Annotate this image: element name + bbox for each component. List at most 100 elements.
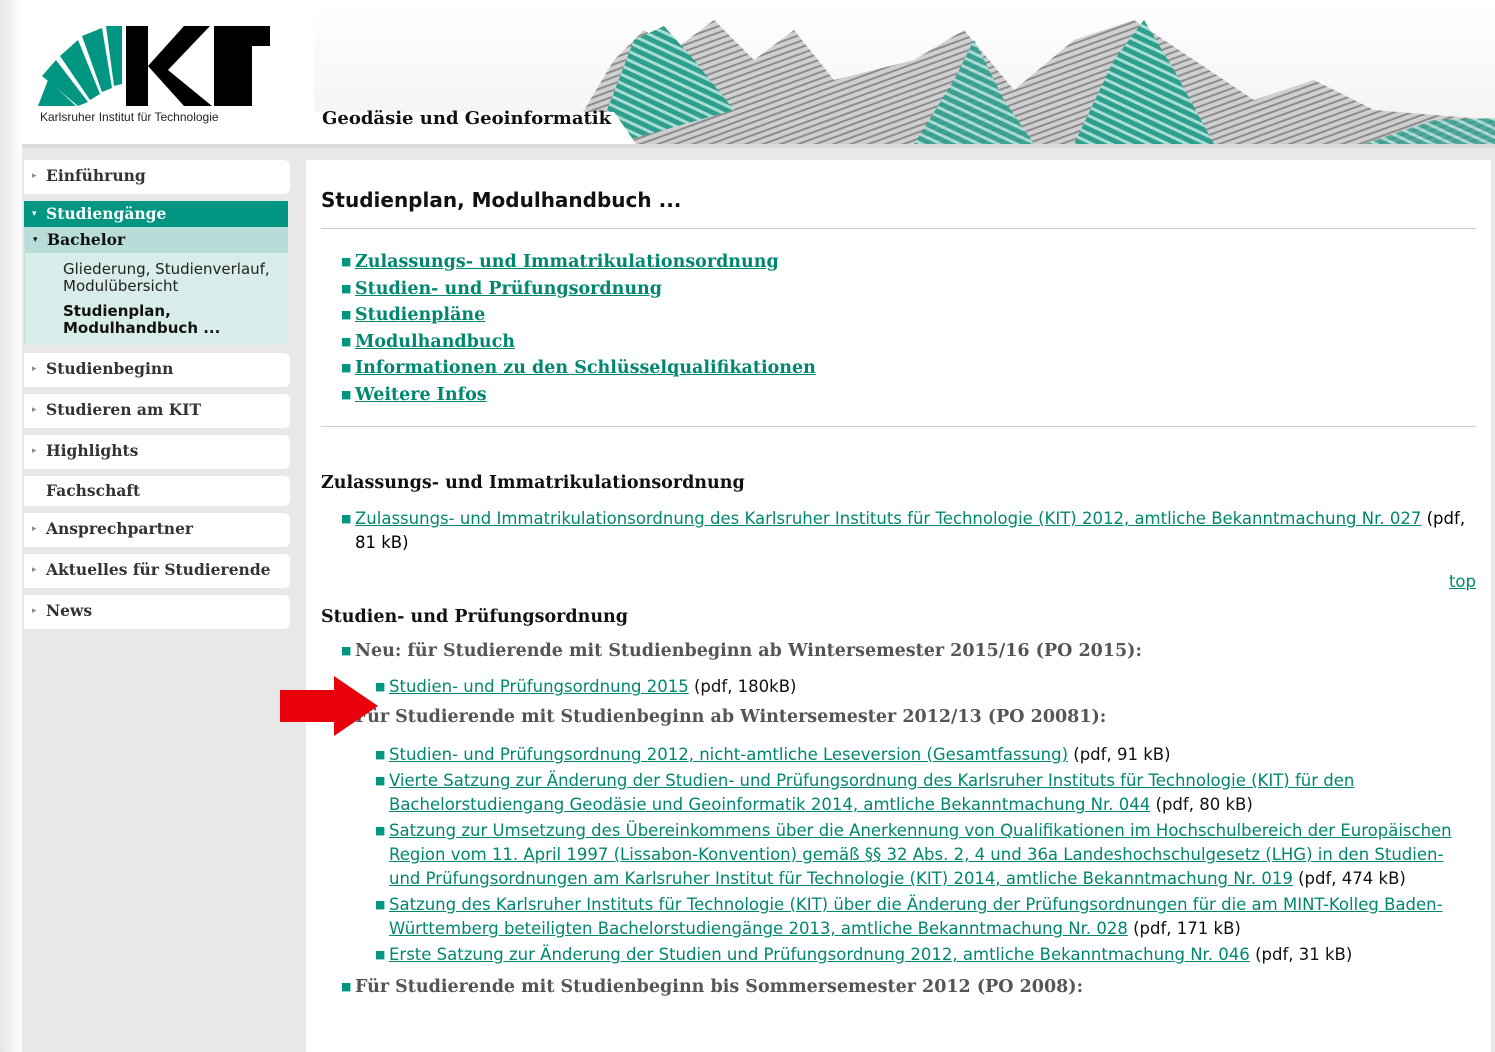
square-bullet-icon: ■ — [341, 980, 352, 993]
sidebar-item-studiengaenge[interactable]: ▾ Studiengänge — [24, 201, 288, 227]
toc-item: ■ Modulhandbuch — [339, 329, 1476, 356]
document-link[interactable]: Studien- und Prüfungsordnung 2015 — [389, 677, 689, 696]
list-item: ■ Zulassungs- und Immatrikulationsordnung… — [339, 507, 1476, 555]
toc-link-weitere-infos[interactable]: Weitere Infos — [355, 385, 487, 405]
file-info: (pdf, 80 kB) — [1155, 795, 1253, 814]
page-title: Studienplan, Modulhandbuch ... — [321, 188, 1476, 229]
list-item: ■ Neu: für Studierende mit Studienbeginn … — [339, 639, 1476, 699]
sidebar-item-label: Bachelor — [47, 230, 126, 249]
toc-item: ■ Studienpläne — [339, 302, 1476, 329]
sidebar-item-studienbeginn[interactable]: ▸ Studienbeginn — [24, 353, 290, 387]
document-list: ■ Zulassungs- und Immatrikulationsordnung… — [321, 507, 1476, 555]
toc-item: ■ Informationen zu den Schlüsselqualifika… — [339, 355, 1476, 382]
file-info: (pdf, 91 kB) — [1073, 745, 1171, 764]
square-bullet-icon: ■ — [375, 824, 386, 837]
top-link[interactable]: top — [1449, 572, 1476, 591]
triangle-right-icon: ▸ — [32, 405, 37, 415]
toc-link-pruefungsordnung[interactable]: Studien- und Prüfungsordnung — [355, 279, 662, 299]
list-item: ■ Studien- und Prüfungsordnung 2012, nich… — [373, 743, 1476, 767]
sidebar-item-bachelor[interactable]: ▾ Bachelor — [25, 227, 288, 253]
document-list: ■ Studien- und Prüfungsordnung 2015 (pdf,… — [339, 675, 1476, 699]
list-item: ■ Erste Satzung zur Änderung der Studien … — [373, 943, 1476, 967]
toc-link-studienplaene[interactable]: Studienpläne — [355, 305, 485, 325]
list-item: ■ Satzung zur Umsetzung des Übereinkommen… — [373, 819, 1476, 891]
triangle-right-icon: ▸ — [32, 171, 37, 181]
toc-item: ■ Studien- und Prüfungsordnung — [339, 276, 1476, 303]
list-item: ■ Vierte Satzung zur Änderung der Studien… — [373, 769, 1476, 817]
group-label: ■ Für Studierende mit Studienbeginn bis S… — [339, 975, 1476, 999]
document-link[interactable]: Satzung des Karlsruher Instituts für Tec… — [389, 895, 1443, 938]
square-bullet-icon: ■ — [375, 748, 386, 761]
square-bullet-icon: ■ — [375, 774, 386, 787]
section-heading-zulassung: Zulassungs- und Immatrikulationsordnung — [321, 473, 745, 493]
square-bullet-icon: ■ — [341, 281, 352, 295]
file-info: (pdf, 474 kB) — [1298, 869, 1406, 888]
sidebar-item-label: Studiengänge — [46, 204, 167, 223]
toc-item: ■ Weitere Infos — [339, 382, 1476, 409]
page: Karlsruher Institut für Technologie Geod… — [22, 0, 1495, 1052]
triangle-down-icon: ▾ — [32, 209, 37, 219]
square-bullet-icon: ■ — [341, 255, 352, 268]
document-link[interactable]: Erste Satzung zur Änderung der Studien u… — [389, 945, 1250, 964]
square-bullet-icon: ■ — [341, 512, 352, 525]
group-label-text: Für Studierende mit Studienbeginn bis So… — [355, 977, 1084, 997]
sidebar-item-label: Ansprechpartner — [46, 519, 194, 538]
document-link[interactable]: Satzung zur Umsetzung des Übereinkommens… — [389, 821, 1452, 888]
square-bullet-icon: ■ — [341, 387, 352, 401]
logo-subtitle: Karlsruher Institut für Technologie — [40, 110, 219, 124]
toc-link-zulassung[interactable]: Zulassungs- und Immatrikulationsordnung — [355, 252, 779, 272]
file-info: (pdf, 31 kB) — [1255, 945, 1353, 964]
sidebar-item-fachschaft[interactable]: Fachschaft — [24, 476, 290, 506]
file-info: (pdf, 171 kB) — [1133, 919, 1241, 938]
site-title: Geodäsie und Geoinformatik — [322, 108, 612, 129]
sidebar-item-label: Highlights — [46, 441, 139, 460]
sidebar-nav: ▸ Einführung ▾ Studiengänge ▾ Bachelor G… — [24, 160, 292, 636]
square-bullet-icon: ■ — [341, 308, 352, 321]
red-arrow-icon — [280, 676, 378, 736]
sidebar-item-label: Studienbeginn — [46, 359, 174, 378]
triangle-right-icon: ▸ — [32, 524, 37, 534]
triangle-right-icon: ▸ — [32, 364, 37, 374]
sidebar-item-studieren-am-kit[interactable]: ▸ Studieren am KIT — [24, 394, 290, 428]
triangle-right-icon: ▸ — [32, 446, 37, 456]
toc-link-schluesselqualifikationen[interactable]: Informationen zu den Schlüsselqualifikat… — [355, 358, 816, 378]
toc-item: ■ Zulassungs- und Immatrikulationsordnung — [339, 249, 1476, 276]
sidebar-item-label: Einführung — [46, 166, 146, 185]
table-of-contents: ■ Zulassungs- und Immatrikulationsordnung… — [321, 249, 1476, 427]
sidebar-item-label: Studieren am KIT — [46, 400, 201, 419]
group-label-text: Für Studierende mit Studienbeginn ab Win… — [355, 707, 1107, 727]
square-bullet-icon: ■ — [341, 334, 352, 348]
sidebar-item-einfuehrung[interactable]: ▸ Einführung — [24, 160, 290, 194]
sidebar-link-studienplan[interactable]: Studienplan, Modulhandbuch ... — [25, 295, 288, 337]
sidebar-item-news[interactable]: ▸ News — [24, 595, 290, 629]
sidebar-item-label: Aktuelles für Studierende — [46, 560, 271, 579]
sidebar-item-label: Fachschaft — [46, 481, 141, 500]
document-link[interactable]: Studien- und Prüfungsordnung 2012, nicht… — [389, 745, 1068, 764]
sidebar-item-label: News — [46, 601, 93, 620]
triangle-down-icon: ▾ — [33, 235, 38, 245]
triangle-right-icon: ▸ — [32, 606, 37, 616]
list-item: ■ Für Studierende mit Studienbeginn ab Wi… — [339, 705, 1476, 967]
kit-logo-t — [214, 26, 270, 106]
square-bullet-icon: ■ — [341, 644, 352, 657]
group-label: ■Für Studierende mit Studienbeginn ab Wi… — [339, 705, 1476, 729]
group-label: ■ Neu: für Studierende mit Studienbeginn … — [339, 639, 1476, 663]
list-item: ■ Studien- und Prüfungsordnung 2015 (pdf,… — [373, 675, 1476, 699]
group-label-text: Neu: für Studierende mit Studienbeginn a… — [355, 641, 1142, 661]
sidebar-item-highlights[interactable]: ▸ Highlights — [24, 435, 290, 469]
document-list: ■ Studien- und Prüfungsordnung 2012, nich… — [339, 743, 1476, 967]
file-info: (pdf, 180kB) — [694, 677, 797, 696]
square-bullet-icon: ■ — [375, 898, 386, 911]
document-link[interactable]: Zulassungs- und Immatrikulationsordnung … — [355, 509, 1421, 528]
list-item: ■ Satzung des Karlsruher Instituts für Te… — [373, 893, 1476, 941]
toc-link-modulhandbuch[interactable]: Modulhandbuch — [355, 332, 515, 352]
group-list: ■ Neu: für Studierende mit Studienbeginn … — [321, 639, 1476, 999]
sidebar-item-aktuelles[interactable]: ▸ Aktuelles für Studierende — [24, 554, 290, 588]
sidebar-item-ansprechpartner[interactable]: ▸ Ansprechpartner — [24, 513, 290, 547]
sidebar-link-gliederung[interactable]: Gliederung, Studienverlauf, Modulübersic… — [25, 253, 288, 295]
section-heading-pruefungsordnung: Studien- und Prüfungsordnung — [321, 607, 629, 627]
square-bullet-icon: ■ — [375, 948, 386, 961]
sidebar-submenu: ▾ Bachelor Gliederung, Studienverlauf, M… — [24, 227, 288, 345]
header: Karlsruher Institut für Technologie Geod… — [22, 0, 1495, 148]
page-shadow — [0, 0, 22, 1052]
